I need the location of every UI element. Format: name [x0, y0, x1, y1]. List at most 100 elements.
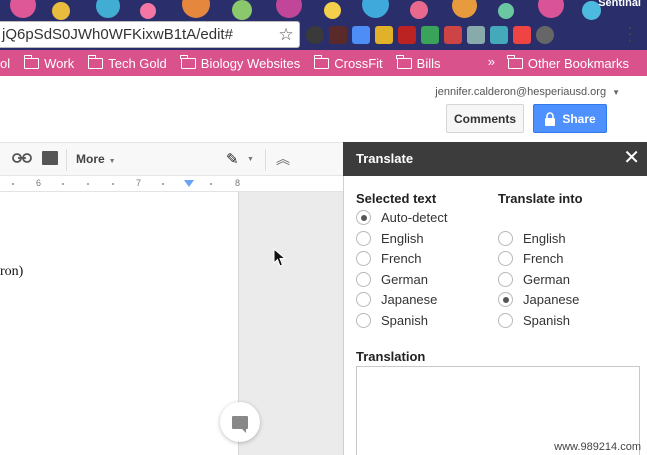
ruler: 6 7 8	[0, 177, 343, 192]
ruler-tick: 6	[36, 178, 42, 188]
theme-flower	[538, 0, 564, 18]
collapse-toolbar-icon[interactable]: ︽	[276, 149, 290, 169]
document-page[interactable]	[0, 192, 239, 455]
bookmark-label: Tech Gold	[108, 55, 167, 71]
address-url[interactable]: jQ6pSdS0JWh0WFKixwB1tA/edit#	[0, 26, 273, 43]
source-language-option[interactable]: Auto-detect	[356, 210, 448, 225]
translate-into-heading: Translate into	[498, 191, 583, 206]
target-language-option[interactable]: English	[498, 230, 566, 246]
radio-button[interactable]	[498, 313, 513, 328]
folder-icon	[396, 54, 412, 69]
radio-button[interactable]	[356, 271, 371, 287]
comments-button[interactable]: Comments	[446, 104, 524, 133]
insert-comment-icon[interactable]	[42, 151, 58, 165]
source-language-option[interactable]: Spanish	[356, 313, 428, 328]
bookmark-item[interactable]: CrossFit	[313, 54, 383, 71]
add-comment-floating-button[interactable]	[220, 402, 260, 442]
radio-button[interactable]	[356, 292, 371, 308]
radio-button[interactable]	[498, 292, 513, 308]
account-caret-icon: ▼	[612, 87, 620, 97]
target-language-option[interactable]: Japanese	[498, 292, 580, 308]
bookmark-item[interactable]: Bills	[396, 54, 441, 71]
radio-button[interactable]	[356, 230, 371, 246]
bookmark-label: Biology Websites	[200, 55, 301, 71]
source-language-option[interactable]: Japanese	[356, 292, 438, 308]
extension-icon[interactable]	[467, 26, 485, 44]
bookmark-label: CrossFit	[334, 55, 383, 71]
chevron-down-icon[interactable]: ▼	[247, 156, 254, 163]
ruler-tick: 8	[235, 178, 241, 188]
bookmark-item[interactable]: Tech Gold	[87, 54, 167, 71]
ruler-dot	[12, 183, 14, 185]
target-language-option[interactable]: German	[498, 271, 570, 287]
ruler-tick: 7	[136, 178, 142, 188]
theme-flower	[140, 3, 156, 19]
radio-button[interactable]	[356, 313, 371, 328]
extension-icon[interactable]	[490, 26, 508, 44]
source-language-option[interactable]: German	[356, 271, 428, 287]
toolbar-divider	[265, 149, 266, 171]
target-language-option[interactable]: Spanish	[498, 313, 570, 328]
extension-icon[interactable]	[444, 26, 462, 44]
insert-link-icon[interactable]	[12, 152, 32, 167]
radio-button[interactable]	[498, 251, 513, 267]
bookmark-item[interactable]: Biology Websites	[180, 54, 301, 71]
theme-flower	[96, 0, 120, 18]
folder-icon	[23, 54, 40, 69]
radio-button[interactable]	[498, 230, 513, 246]
radio-button[interactable]	[356, 210, 371, 225]
chevron-down-icon: ▼	[108, 158, 116, 165]
ruler-dot	[210, 183, 212, 185]
watermark: www.989214.com	[554, 441, 641, 453]
toolbar-more-button[interactable]: More ▼	[76, 152, 116, 166]
radio-button[interactable]	[356, 251, 371, 267]
theme-flower	[10, 0, 36, 18]
indent-marker[interactable]	[184, 180, 194, 187]
extension-icon[interactable]	[352, 26, 370, 44]
ruler-dot	[62, 183, 64, 185]
theme-flower	[182, 0, 210, 18]
bookmark-label: Bills	[416, 55, 441, 71]
bookmark-label: ol	[0, 55, 11, 71]
extension-icon[interactable]	[513, 26, 531, 44]
extension-icon[interactable]	[306, 26, 324, 44]
extension-icon[interactable]	[421, 26, 439, 44]
share-button[interactable]: Share	[533, 104, 607, 133]
extension-icon[interactable]	[398, 26, 416, 44]
target-language-option-label: German	[523, 271, 570, 287]
source-language-option-label: Japanese	[381, 292, 438, 308]
bookmark-star-icon[interactable]: ☆	[273, 25, 299, 45]
browser-menu-icon[interactable]: ⋮	[621, 24, 639, 44]
extension-icon[interactable]	[375, 26, 393, 44]
theme-flower	[276, 0, 302, 18]
ruler-dot	[87, 183, 89, 185]
extension-toolbar	[302, 22, 554, 48]
account-switcher[interactable]: jennifer.calderon@hesperiausd.org ▼	[435, 86, 620, 98]
bookmark-item[interactable]: ol	[0, 56, 10, 71]
bookmark-item[interactable]: Work	[23, 54, 74, 71]
folder-icon	[87, 54, 104, 69]
folder-icon	[507, 54, 523, 69]
share-label: Share	[562, 111, 596, 126]
extension-icon[interactable]	[329, 26, 347, 44]
radio-button[interactable]	[498, 271, 513, 287]
document-text: ron)	[0, 264, 24, 279]
theme-flower	[324, 2, 341, 19]
folder-icon	[180, 54, 196, 69]
address-bar[interactable]: jQ6pSdS0JWh0WFKixwB1tA/edit# ☆	[0, 21, 300, 48]
editing-mode-pencil-icon[interactable]: ✎	[226, 150, 239, 168]
theme-flower	[232, 0, 252, 20]
toolbar-more-label: More	[76, 152, 105, 166]
source-language-option-label: English	[381, 230, 424, 246]
other-bookmarks[interactable]: Other Bookmarks	[507, 50, 629, 76]
target-language-option[interactable]: French	[498, 251, 563, 267]
close-icon[interactable]: ✕	[623, 147, 640, 169]
source-language-option[interactable]: English	[356, 230, 424, 246]
bookmarks-overflow-chevron[interactable]: »	[488, 54, 495, 69]
theme-flower	[452, 0, 477, 18]
folder-icon	[313, 54, 330, 69]
target-language-option-label: Japanese	[523, 292, 580, 308]
source-language-option[interactable]: French	[356, 251, 421, 267]
theme-flower	[498, 3, 514, 19]
extension-icon[interactable]	[536, 26, 554, 44]
